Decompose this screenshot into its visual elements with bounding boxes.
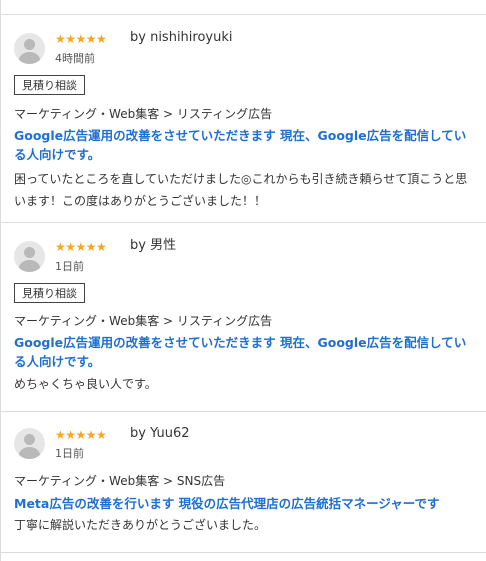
service-title-link[interactable]: Meta広告の改善を行います 現役の広告代理店の広告統括マネージャーです — [14, 494, 474, 513]
estimate-tag: 見積り相談 — [14, 283, 85, 303]
review-item: ★★★★★ by nishihiroyuki 4時間前 見積り相談 マーケティン… — [0, 15, 486, 222]
service-title-link[interactable]: Google広告運用の改善をさせていただきます 現在、Google広告を配信して… — [14, 126, 474, 164]
user-avatar-icon[interactable] — [14, 241, 45, 272]
service-category: マーケティング・Web集客 > SNS広告 — [14, 474, 226, 488]
star-rating: ★★★★★ — [55, 32, 107, 46]
star-rating: ★★★★★ — [55, 428, 107, 442]
review-time: 1日前 — [55, 260, 84, 273]
review-comment: めちゃくちゃ良い人です。 — [14, 377, 157, 391]
review-item: ★★★★★ by Yuu62 1日前 マーケティング・Web集客 > SNS広告… — [0, 412, 486, 552]
divider — [0, 552, 486, 553]
reviewer-name: by 男性 — [130, 238, 177, 253]
service-category: マーケティング・Web集客 > リスティング広告 — [14, 107, 273, 121]
reviewer-name: by Yuu62 — [130, 426, 190, 441]
review-comment: 困っていたところを直していただけました◎これからも引き続き頼らせて頂こうと思いま… — [14, 172, 468, 208]
reviewer-name: by nishihiroyuki — [130, 30, 233, 45]
review-comment: 丁寧に解説いただきありがとうございました。 — [14, 518, 267, 532]
service-category: マーケティング・Web集客 > リスティング広告 — [14, 314, 273, 328]
review-list: ★★★★★ by nishihiroyuki 4時間前 見積り相談 マーケティン… — [0, 0, 486, 561]
review-time: 4時間前 — [55, 52, 95, 65]
user-avatar-icon[interactable] — [14, 428, 45, 459]
star-rating: ★★★★★ — [55, 240, 107, 254]
user-avatar-icon[interactable] — [14, 33, 45, 64]
review-time: 1日前 — [55, 447, 84, 460]
estimate-tag: 見積り相談 — [14, 75, 85, 95]
review-item: ★★★★★ by 男性 1日前 見積り相談 マーケティング・Web集客 > リス… — [0, 223, 486, 411]
service-title-link[interactable]: Google広告運用の改善をさせていただきます 現在、Google広告を配信して… — [14, 333, 474, 371]
